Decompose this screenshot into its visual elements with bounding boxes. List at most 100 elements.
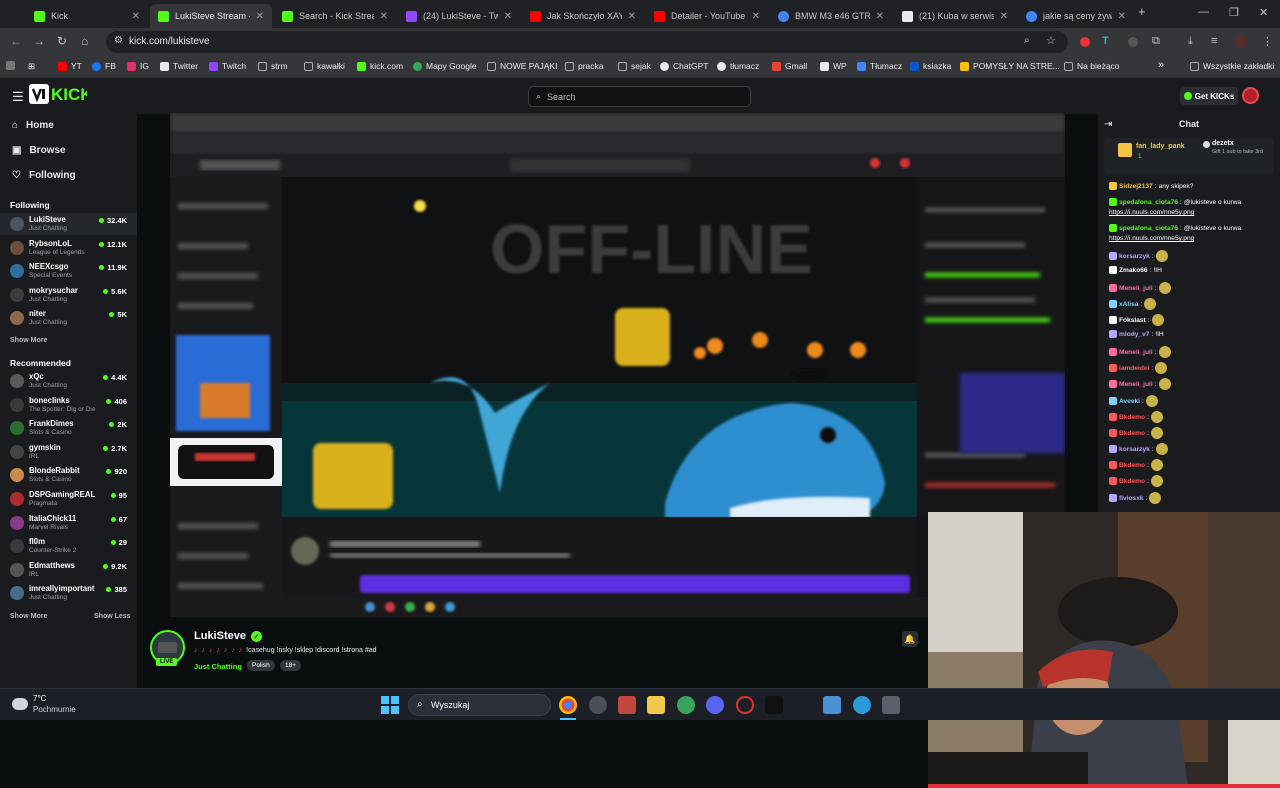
bookmark-item[interactable]: Tłumacz <box>857 61 902 71</box>
sidebar-channel[interactable]: ItaliaChick11 Marvel Rivals 67 <box>0 512 137 534</box>
more-bookmarks-chevron-icon[interactable]: » <box>1158 59 1164 71</box>
browser-tab[interactable]: Jak Skończyło XAYO✕ <box>522 4 644 28</box>
browser-tab-active[interactable]: LukiSteve Stream - W✕ <box>150 4 272 28</box>
user-avatar[interactable] <box>1242 87 1259 104</box>
windows-start-icon[interactable] <box>381 696 399 714</box>
chat-username[interactable]: iamdeidei <box>1119 365 1149 372</box>
sidebar-channel[interactable]: fl0m Counter-Strike 2 29 <box>0 535 137 557</box>
show-less-button[interactable]: Show Less <box>94 613 131 620</box>
close-tab-icon[interactable]: ✕ <box>1118 11 1126 22</box>
media-control-icon[interactable]: ≡ <box>1211 35 1217 47</box>
notification-bell-icon[interactable]: 🔔 <box>902 631 918 647</box>
bookmark-folder[interactable]: NOWE PAJĄKI <box>487 61 557 71</box>
chat-text[interactable]: https://i.nuuls.com/nne5y.png <box>1109 209 1194 216</box>
bookmark-item[interactable]: POMYSŁY NA STRE... <box>960 61 1060 71</box>
sidebar-channel[interactable]: boneclinks The Spotter: Dig or Die 406 <box>0 394 137 416</box>
chat-username[interactable]: xAlisa <box>1119 301 1138 308</box>
search-input[interactable]: ⌕ Search <box>528 86 751 107</box>
chat-username[interactable]: Sidzej2137 <box>1119 183 1153 190</box>
sidebar-channel[interactable]: BlondeRabbit Slots & Casino 920 <box>0 464 137 486</box>
close-tab-icon[interactable]: ✕ <box>628 11 636 22</box>
forward-icon[interactable]: → <box>33 34 45 48</box>
browser-tab[interactable]: BMW M3 e46 GTR au✕ <box>770 4 892 28</box>
sidebar-channel[interactable]: imreallyimportant Just Chatting 385 <box>0 582 137 604</box>
chat-username[interactable]: Meneli_juli <box>1119 381 1153 388</box>
download-icon[interactable]: ⤓ <box>1188 35 1193 48</box>
profile-avatar[interactable] <box>1235 35 1247 47</box>
chat-username[interactable]: korsarzyk <box>1119 446 1150 453</box>
sidebar-channel[interactable]: mokrysuchar Just Chatting 5.6K <box>0 284 137 306</box>
streamer-name[interactable]: LukiSteve <box>194 630 246 642</box>
close-tab-icon[interactable]: ✕ <box>504 11 512 22</box>
restore-icon[interactable]: ❐ <box>1229 6 1239 19</box>
taskbar-search-input[interactable]: ⌕ Wyszukaj <box>408 694 551 716</box>
apps-grid-icon[interactable]: ⊞ <box>28 61 35 72</box>
edge-icon[interactable] <box>853 696 871 714</box>
new-tab-icon[interactable]: + <box>1138 4 1146 19</box>
chrome-app-icon[interactable] <box>559 696 577 714</box>
browser-tab[interactable]: Detailer - YouTube ✕ <box>646 4 768 28</box>
back-icon[interactable]: ← <box>10 34 22 48</box>
sidebar-channel[interactable]: gymskin IRL 2.7K <box>0 441 137 463</box>
vod-logo-icon[interactable] <box>29 84 49 104</box>
capcut-icon[interactable] <box>765 696 783 714</box>
browser-tab[interactable]: Kick ✕ <box>26 4 148 28</box>
home-icon[interactable]: ⌂ <box>81 34 88 48</box>
chat-username[interactable]: korsarzyk <box>1119 253 1150 260</box>
browser-tab[interactable]: (21) Kuba w serwisie✕ <box>894 4 1016 28</box>
all-bookmarks-folder[interactable]: Wszystkie zakładki <box>1190 61 1274 71</box>
chat-username[interactable]: Zmako66 <box>1119 267 1148 274</box>
tag-age[interactable]: 18+ <box>280 660 302 671</box>
stream-category-link[interactable]: Just Chatting <box>194 662 242 671</box>
sidebar-channel[interactable]: LukiSteve Just Chatting 32.4K <box>0 213 137 235</box>
close-tab-icon[interactable]: ✕ <box>1000 11 1008 22</box>
extensions-puzzle-icon[interactable]: ⧉ <box>1152 35 1160 48</box>
sidebar-channel[interactable]: Edmatthews IRL 9.2K <box>0 559 137 581</box>
bookmark-folder[interactable]: pracka <box>565 61 604 71</box>
zoom-icon[interactable]: ⌕ <box>1024 35 1030 46</box>
chat-username[interactable]: spedalona_ciota76 <box>1119 199 1178 206</box>
settings-app-icon[interactable] <box>589 696 607 714</box>
chat-username[interactable]: Bkdemo <box>1119 478 1145 485</box>
close-tab-icon[interactable]: ✕ <box>876 11 884 22</box>
close-tab-icon[interactable]: ✕ <box>380 11 388 22</box>
sidebar-channel[interactable]: RybsonLoL League of Legends 12.1K <box>0 237 137 259</box>
show-more-following-button[interactable]: Show More <box>10 337 47 344</box>
close-window-icon[interactable]: ✕ <box>1259 6 1268 19</box>
bookmark-item[interactable]: ChatGPT <box>660 61 708 71</box>
extension-record-icon[interactable] <box>1080 37 1090 47</box>
chat-username[interactable]: Meneli_juli <box>1119 349 1153 356</box>
chat-username[interactable]: fiviosxk <box>1119 495 1144 502</box>
address-bar[interactable]: ⚙ kick.com/lukisteve ⌕ ☆ <box>106 31 1068 53</box>
close-tab-icon[interactable]: ✕ <box>752 11 760 22</box>
app-icon[interactable] <box>677 696 695 714</box>
browser-tab[interactable]: Search - Kick Stream✕ <box>274 4 396 28</box>
bookmark-item[interactable]: kick.com <box>357 61 403 71</box>
extension-icon[interactable] <box>1128 37 1138 47</box>
bookmark-item[interactable]: Twitch <box>209 61 246 71</box>
close-tab-icon[interactable]: ✕ <box>132 11 140 22</box>
kick-logo[interactable]: KICK <box>51 85 93 107</box>
app-icon[interactable] <box>618 696 636 714</box>
bookmark-folder[interactable]: sejak <box>618 61 651 71</box>
get-kicks-button[interactable]: Get KICKs <box>1180 87 1238 105</box>
chat-username[interactable]: Bkdemo <box>1119 462 1145 469</box>
chat-username[interactable]: Aveeki <box>1119 398 1140 405</box>
chat-username[interactable]: Bkdemo <box>1119 430 1145 437</box>
bookmark-folder[interactable]: strm <box>258 61 288 71</box>
browser-tab[interactable]: (24) LukiSteve - Twit ✕ <box>398 4 520 28</box>
hamburger-menu-icon[interactable]: ☰ <box>12 89 24 105</box>
chat-username[interactable]: mlody_v7 <box>1119 331 1149 338</box>
bookmark-item[interactable]: WP <box>820 61 847 71</box>
sidebar-channel[interactable]: FrankDimes Slots & Casino 2K <box>0 417 137 439</box>
menu-kebab-icon[interactable]: ⋮ <box>1262 35 1273 48</box>
chat-username[interactable]: Meneli_juli <box>1119 285 1153 292</box>
close-tab-icon[interactable]: ✕ <box>256 11 264 22</box>
sidebar-channel[interactable]: DSPGamingREAL Pragmata 95 <box>0 488 137 510</box>
tag-language[interactable]: Polish <box>247 660 275 671</box>
bookmark-item[interactable]: Gmail <box>772 61 807 71</box>
pinned-gift-banner[interactable]: fan_lady_pank 1 dezetx Gift 1 sub to tak… <box>1104 138 1274 174</box>
file-explorer-icon[interactable] <box>647 696 665 714</box>
bookmark-item[interactable]: tłumacz <box>717 61 759 71</box>
chat-username[interactable]: Bkdemo <box>1119 414 1145 421</box>
